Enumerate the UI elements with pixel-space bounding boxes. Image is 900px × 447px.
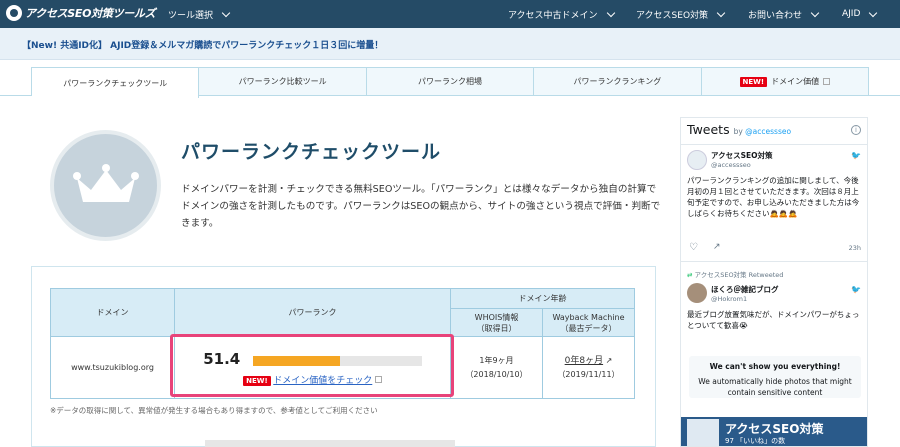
sensitive-content-notice[interactable]: We can't show you everything! We automat… bbox=[689, 356, 861, 398]
cell-wayback: 0年8ヶ月 ↗ （2019/11/11） bbox=[542, 336, 635, 399]
tweet-author-name[interactable]: ほくろ＠雑記ブログ bbox=[711, 284, 779, 295]
twitter-timeline: Tweets by @accessseo i アクセスSEO対策 @access… bbox=[680, 117, 868, 447]
new-badge: NEW! bbox=[243, 375, 271, 386]
whois-date: （2018/10/10） bbox=[465, 369, 528, 379]
nav-ajid[interactable]: AJID bbox=[842, 0, 878, 28]
retweet-label: ⇄ アクセスSEO対策 Retweeted bbox=[687, 269, 783, 279]
tweet-author-name[interactable]: アクセスSEO対策 bbox=[711, 150, 773, 161]
twitter-bird-icon[interactable]: 🐦 bbox=[851, 151, 861, 160]
tab-label: パワーランクチェックツール bbox=[63, 78, 168, 88]
header-wayback-label: Wayback Machine bbox=[552, 312, 625, 322]
logo-text: アクセスSEO対策ツールズ bbox=[25, 7, 156, 20]
tab-powerrank-ranking[interactable]: パワーランクランキング bbox=[534, 68, 702, 95]
tab-label: ドメイン価値 bbox=[771, 77, 820, 86]
sensitive-title: We can't show you everything! bbox=[709, 362, 841, 371]
crown-icon bbox=[72, 163, 139, 202]
crown-avatar bbox=[50, 130, 161, 241]
timeline-by: by bbox=[733, 127, 743, 136]
powerrank-score: 51.4 bbox=[203, 349, 241, 368]
gear-logo-icon bbox=[6, 5, 22, 21]
powerrank-bar-fill bbox=[252, 356, 340, 366]
chevron-down-icon bbox=[810, 8, 820, 17]
tab-label: パワーランクランキング bbox=[573, 77, 662, 86]
header-domain-age: ドメイン年齢 bbox=[450, 288, 635, 309]
nav-ajid-label: AJID bbox=[842, 9, 861, 19]
chevron-down-icon bbox=[606, 8, 615, 17]
avatar[interactable] bbox=[687, 150, 707, 170]
domain-value-check-link[interactable]: ドメイン価値をチェック bbox=[273, 376, 372, 386]
whois-age: 1年9ヶ月 bbox=[479, 355, 514, 365]
header-whois-label: WHOIS情報 bbox=[474, 312, 519, 322]
info-icon[interactable]: i bbox=[851, 125, 861, 135]
chevron-down-icon bbox=[716, 8, 726, 17]
table-row: www.tsuzukiblog.org 51.4 NEW! ドメイン価値をチェッ… bbox=[50, 336, 635, 399]
sensitive-text: We automatically hide photos that might … bbox=[698, 377, 852, 397]
nav-seo[interactable]: アクセスSEO対策 bbox=[636, 0, 726, 28]
tweet-time[interactable]: 23h bbox=[849, 244, 861, 252]
nav-contact-label: お問い合わせ bbox=[748, 10, 803, 21]
retweet-label-text: アクセスSEO対策 Retweeted bbox=[694, 271, 784, 279]
arrow-up-right-icon: ↗ bbox=[605, 355, 613, 365]
header-whois-sub: （取得日） bbox=[476, 323, 517, 333]
nav-seo-label: アクセスSEO対策 bbox=[636, 10, 709, 21]
chevron-down-icon bbox=[221, 8, 231, 17]
tweet-author-handle: @Hokrom1 bbox=[711, 295, 748, 303]
divider bbox=[681, 144, 867, 145]
twitter-bird-icon[interactable]: 🐦 bbox=[851, 285, 861, 294]
promo-card[interactable]: アクセスSEO対策 97 「いいね」の数 bbox=[681, 417, 867, 446]
header-wayback: Wayback Machine （最古データ） bbox=[542, 308, 635, 337]
tab-label: パワーランク相場 bbox=[418, 77, 483, 86]
nav-used-domain[interactable]: アクセス中古ドメイン bbox=[508, 0, 615, 28]
tweet-text: パワーランクランキングの追加に関しまして、今後月初の月１回とさせていただきます。… bbox=[687, 176, 860, 218]
header-powerrank: パワーランク bbox=[174, 288, 451, 337]
disclaimer-note: ※データの取得に関して、異常値が発生する場合もあり得ますので、参考値としてご利用… bbox=[50, 406, 378, 415]
header-domain: ドメイン bbox=[50, 288, 175, 337]
tool-tabs: パワーランクチェックツール パワーランク比較ツール パワーランク相場 パワーラン… bbox=[31, 67, 869, 98]
site-logo[interactable]: アクセスSEO対策ツールズ bbox=[6, 5, 156, 21]
banner-text: 【New! 共通ID化】 AJID登録＆メルマガ購読でパワーランクチェック１日３… bbox=[22, 41, 384, 51]
promo-title: アクセスSEO対策 bbox=[725, 422, 824, 436]
promo-sub: 97 「いいね」の数 bbox=[725, 437, 786, 445]
header-whois: WHOIS情報 （取得日） bbox=[450, 308, 543, 337]
nav-tool-select-label: ツール選択 bbox=[168, 10, 214, 21]
nav-tool-select[interactable]: ツール選択 bbox=[168, 0, 231, 28]
tab-powerrank-compare[interactable]: パワーランク比較ツール bbox=[199, 68, 367, 95]
cell-whois: 1年9ヶ月 （2018/10/10） bbox=[450, 336, 543, 399]
tweet-author-handle: @accessseo bbox=[711, 161, 751, 169]
cell-domain: www.tsuzukiblog.org bbox=[50, 336, 175, 399]
tab-powerrank-check[interactable]: パワーランクチェックツール bbox=[32, 68, 200, 98]
tweet-text: 最近ブログ放置気味だが、ドメインパワーがちょっとついてて歓喜😭 bbox=[687, 310, 860, 330]
wayback-link[interactable]: 0年8ヶ月 bbox=[565, 356, 603, 366]
timeline-header: Tweets by @accessseo bbox=[687, 122, 791, 137]
external-link-icon bbox=[823, 78, 831, 85]
heart-icon[interactable]: ♡ bbox=[689, 242, 698, 253]
divider bbox=[681, 261, 867, 262]
promo-thumbnail bbox=[687, 419, 719, 446]
cell-powerrank: 51.4 NEW! ドメイン価値をチェック bbox=[174, 336, 451, 399]
page-description: ドメインパワーを計測・チェックできる無料SEOツール。「パワーランク」とは様々な… bbox=[181, 184, 661, 229]
nav-used-domain-label: アクセス中古ドメイン bbox=[508, 10, 598, 21]
nav-contact[interactable]: お問い合わせ bbox=[748, 0, 820, 28]
retweet-icon: ⇄ bbox=[687, 271, 693, 279]
share-icon[interactable]: ↗ bbox=[713, 242, 721, 252]
powerrank-bar bbox=[252, 356, 422, 366]
avatar[interactable] bbox=[687, 283, 707, 303]
new-badge: NEW! bbox=[739, 76, 768, 87]
content-strip bbox=[205, 440, 455, 447]
result-table: ドメイン パワーランク ドメイン年齢 WHOIS情報 （取得日） Wayback … bbox=[50, 288, 635, 399]
page-title: パワーランクチェックツール bbox=[181, 141, 442, 163]
announcement-banner[interactable]: 【New! 共通ID化】 AJID登録＆メルマガ購読でパワーランクチェック１日３… bbox=[0, 28, 900, 60]
wayback-date: （2019/11/11） bbox=[557, 369, 620, 379]
header-wayback-sub: （最古データ） bbox=[560, 323, 617, 333]
chevron-down-icon bbox=[869, 8, 878, 17]
top-navbar: アクセスSEO対策ツールズ ツール選択 アクセス中古ドメイン アクセスSEO対策… bbox=[0, 0, 900, 28]
timeline-title: Tweets bbox=[687, 122, 730, 137]
timeline-handle[interactable]: @accessseo bbox=[745, 127, 791, 136]
tab-powerrank-price[interactable]: パワーランク相場 bbox=[367, 68, 535, 95]
external-link-icon bbox=[374, 375, 382, 383]
tab-label: パワーランク比較ツール bbox=[238, 77, 327, 86]
tab-domain-value[interactable]: NEW! ドメイン価値 bbox=[702, 68, 868, 95]
